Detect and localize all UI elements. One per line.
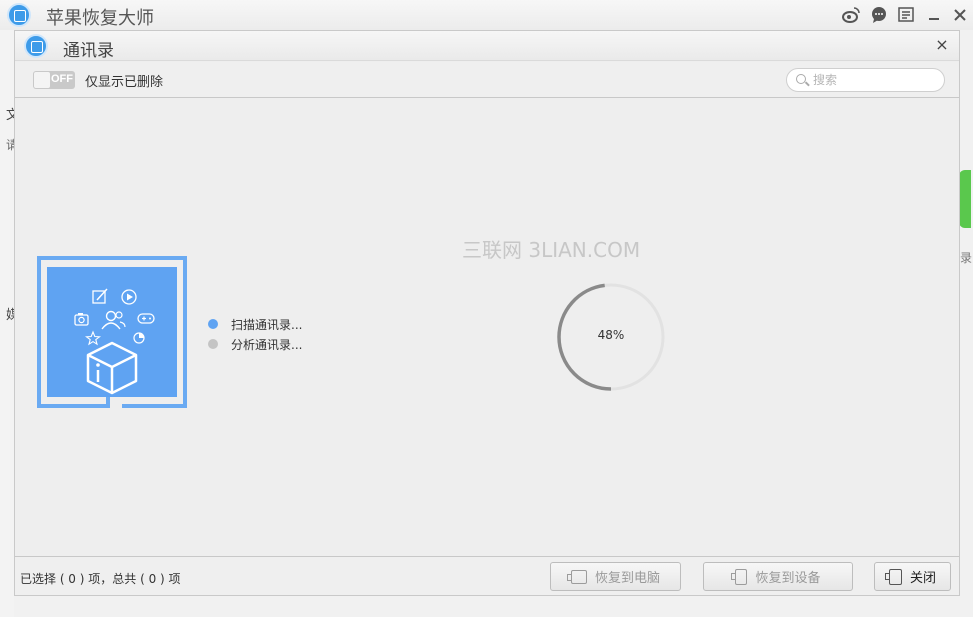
- selection-count-text: 已选择 ( 0 ) 项，总共 ( 0 ) 项: [20, 572, 181, 586]
- computer-icon: [566, 569, 587, 584]
- camera-icon: [74, 313, 89, 326]
- watermark-text: 三联网 3LIAN.COM: [462, 238, 641, 262]
- chat-icon[interactable]: [869, 5, 889, 25]
- dialog-header: 通讯录 ×: [15, 31, 959, 61]
- app-titlebar: 苹果恢复大师: [0, 0, 973, 30]
- restore-to-device-label: 恢复到设备: [755, 571, 821, 586]
- star-icon: [84, 330, 102, 346]
- minimize-icon[interactable]: [924, 5, 944, 25]
- progress-percent: 48%: [597, 328, 625, 342]
- restore-to-pc-button[interactable]: 恢复到电脑: [550, 562, 681, 591]
- background-green-button: [959, 170, 971, 228]
- play-icon: [121, 289, 137, 305]
- edit-icon: [92, 288, 108, 304]
- contacts-dialog: 通讯录 × OFF 仅显示已删除 三联网 3LIAN.COM: [14, 30, 960, 596]
- show-deleted-toggle[interactable]: OFF: [33, 71, 75, 89]
- close-icon[interactable]: [950, 5, 970, 25]
- exit-icon: [884, 568, 902, 585]
- search-icon: [796, 74, 806, 84]
- status-dot-active: [208, 319, 218, 329]
- status-label: 分析通讯录...: [231, 338, 303, 352]
- close-button[interactable]: 关闭: [874, 562, 951, 591]
- status-label: 扫描通讯录...: [231, 318, 303, 332]
- box-icon: [86, 341, 138, 395]
- pie-chart-icon: [133, 332, 145, 344]
- toggle-knob: [34, 72, 50, 88]
- dialog-close-icon[interactable]: ×: [933, 36, 951, 54]
- restore-to-pc-label: 恢复到电脑: [594, 571, 660, 586]
- illustration-frame-gap: [108, 402, 122, 410]
- progress-ring: 48%: [556, 282, 666, 392]
- search-input[interactable]: [813, 71, 938, 89]
- dialog-title: 通讯录: [63, 41, 114, 61]
- app-logo-icon: [7, 3, 31, 27]
- contacts-illustration: [37, 256, 187, 410]
- contacts-icon: [101, 310, 126, 330]
- dialog-toolbar: OFF 仅显示已删除: [15, 62, 959, 98]
- device-icon: [731, 568, 748, 585]
- background-text: 录: [960, 251, 973, 265]
- close-label: 关闭: [909, 571, 936, 586]
- illustration-graphic: [74, 288, 155, 395]
- search-box[interactable]: [786, 68, 945, 92]
- dialog-footer: 已选择 ( 0 ) 项，总共 ( 0 ) 项 恢复到电脑 恢复到设备 关闭: [15, 556, 959, 595]
- app-title: 苹果恢复大师: [46, 8, 154, 29]
- show-deleted-label: 仅显示已删除: [85, 75, 164, 90]
- dialog-logo-icon: [24, 34, 48, 58]
- restore-to-device-button[interactable]: 恢复到设备: [703, 562, 853, 591]
- toggle-state: OFF: [51, 73, 73, 85]
- gamepad-icon: [137, 313, 155, 324]
- menu-icon[interactable]: [896, 5, 916, 25]
- status-dot-pending: [208, 339, 218, 349]
- weibo-icon[interactable]: [841, 5, 861, 25]
- illustration-panel: [47, 267, 177, 397]
